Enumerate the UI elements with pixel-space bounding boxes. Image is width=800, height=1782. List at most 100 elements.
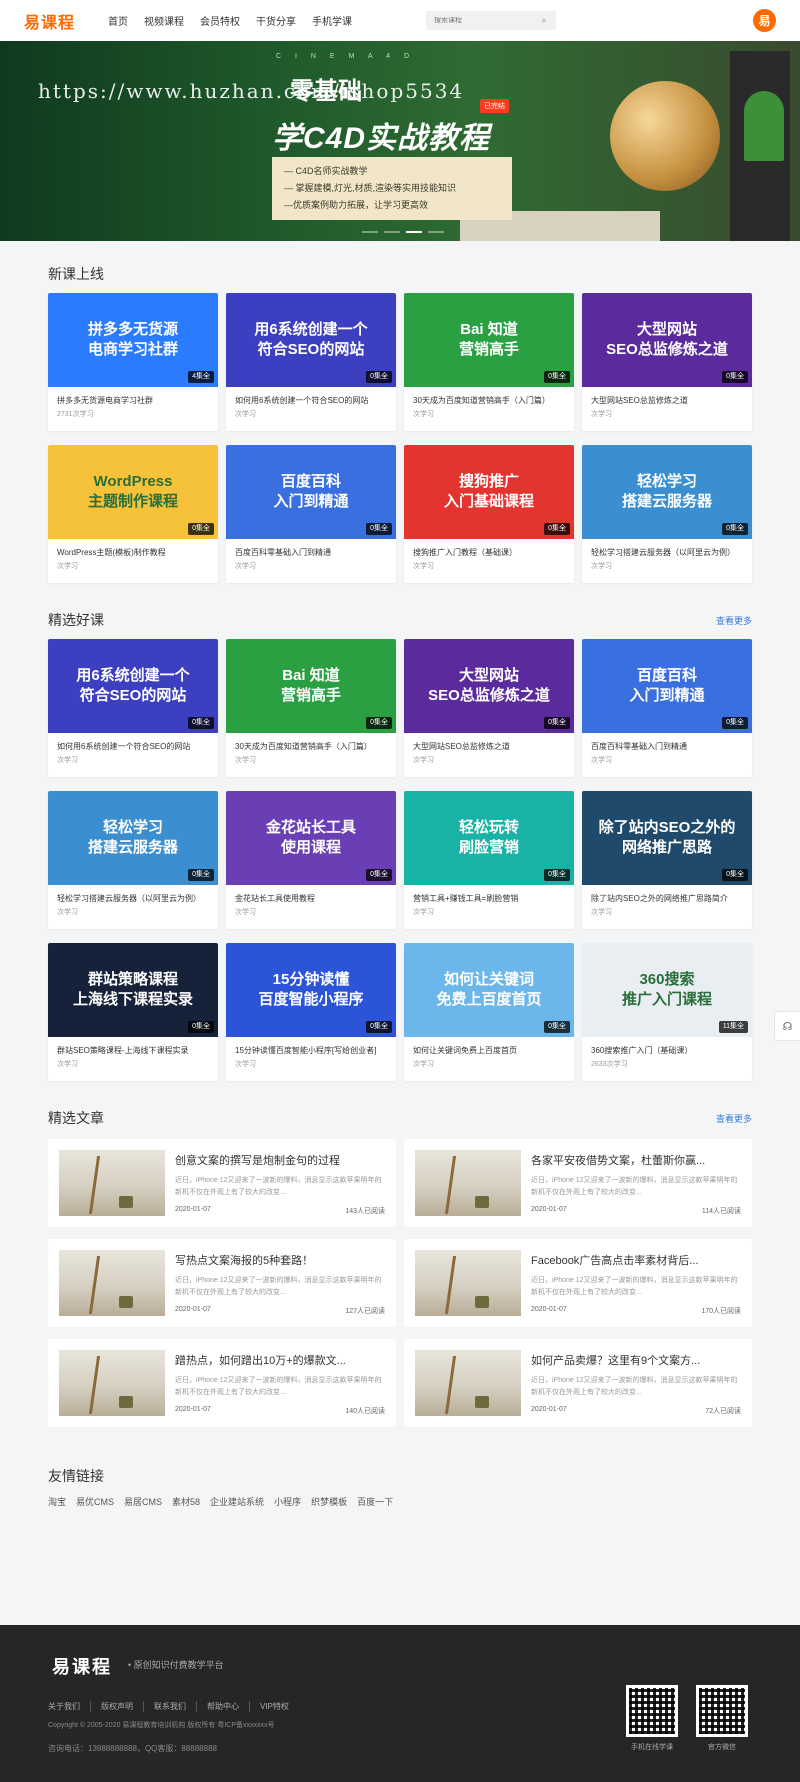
course-title[interactable]: 大型网站SEO总监修炼之道 [404, 733, 574, 752]
footer-link-copyright[interactable]: 版权声明 [91, 1701, 144, 1712]
course-title[interactable]: 除了站内SEO之外的网络推广思路简介 [582, 885, 752, 904]
footer-logo[interactable]: 易课程 [52, 1653, 112, 1679]
course-card[interactable]: 金花站长工具 使用课程 0集全 金花站长工具使用教程 次学习 [226, 791, 396, 929]
article-title[interactable]: 创意文案的撰写是炮制金句的过程 [175, 1152, 385, 1168]
course-card[interactable]: 大型网站 SEO总监修炼之道 0集全 大型网站SEO总监修炼之道 次学习 [582, 293, 752, 431]
course-thumbnail[interactable]: 如何让关键词 免费上百度首页 0集全 [404, 943, 574, 1037]
nav-vip[interactable]: 会员特权 [200, 13, 240, 28]
course-thumbnail[interactable]: 搜狗推广 入门基础课程 0集全 [404, 445, 574, 539]
course-title[interactable]: 轻松学习搭建云服务器（以阿里云为例） [48, 885, 218, 904]
course-thumbnail[interactable]: 360搜索 推广入门课程 11集全 [582, 943, 752, 1037]
article-thumbnail[interactable] [415, 1150, 521, 1216]
carousel-dot-active[interactable] [406, 231, 422, 233]
article-thumbnail[interactable] [415, 1250, 521, 1316]
article-item[interactable]: 写热点文案海报的5种套路！ 近日，iPhone 12又迎来了一波新的爆料，消息显示… [48, 1239, 396, 1327]
friend-link[interactable]: 淘宝 [48, 1495, 66, 1508]
course-title[interactable]: 群站SEO策略课程-上海线下课程实录 [48, 1037, 218, 1056]
course-card[interactable]: Bai 知道 营销高手 0集全 30天成为百度知道营销高手（入门篇） 次学习 [404, 293, 574, 431]
friend-link[interactable]: 织梦模板 [311, 1495, 347, 1508]
course-thumbnail[interactable]: 15分钟读懂 百度智能小程序 0集全 [226, 943, 396, 1037]
course-title[interactable]: 百度百科零基础入门到精通 [226, 539, 396, 558]
footer-link-contact[interactable]: 联系我们 [144, 1701, 197, 1712]
footer-link-vip[interactable]: VIP特权 [250, 1701, 299, 1712]
course-title[interactable]: 营销工具+赚钱工具=刷脸营销 [404, 885, 574, 904]
course-card[interactable]: 轻松玩转 刷脸营销 0集全 营销工具+赚钱工具=刷脸营销 次学习 [404, 791, 574, 929]
article-title[interactable]: 写热点文案海报的5种套路！ [175, 1252, 385, 1268]
nav-articles[interactable]: 干货分享 [256, 13, 296, 28]
customer-service-button[interactable]: ☊ [774, 1011, 800, 1041]
course-thumbnail[interactable]: 群站策略课程 上海线下课程实录 0集全 [48, 943, 218, 1037]
course-thumbnail[interactable]: 大型网站 SEO总监修炼之道 0集全 [404, 639, 574, 733]
article-thumbnail[interactable] [59, 1250, 165, 1316]
course-card[interactable]: 如何让关键词 免费上百度首页 0集全 如何让关键词免费上百度首页 次学习 [404, 943, 574, 1081]
avatar[interactable]: 易 [753, 9, 776, 32]
course-thumbnail[interactable]: 轻松学习 搭建云服务器 0集全 [48, 791, 218, 885]
course-thumbnail[interactable]: Bai 知道 营销高手 0集全 [226, 639, 396, 733]
course-title[interactable]: WordPress主题(模板)制作教程 [48, 539, 218, 558]
article-item[interactable]: 各家平安夜借势文案，杜蕾斯你赢... 近日，iPhone 12又迎来了一波新的爆料… [404, 1139, 752, 1227]
course-card[interactable]: 群站策略课程 上海线下课程实录 0集全 群站SEO策略课程-上海线下课程实录 次学习 [48, 943, 218, 1081]
course-thumbnail[interactable]: 百度百科 入门到精通 0集全 [582, 639, 752, 733]
view-more-link[interactable]: 查看更多 [716, 1112, 752, 1125]
course-title[interactable]: 30天成为百度知道营销高手（入门篇） [226, 733, 396, 752]
article-item[interactable]: 创意文案的撰写是炮制金句的过程 近日，iPhone 12又迎来了一波新的爆料，消息… [48, 1139, 396, 1227]
course-thumbnail[interactable]: 用6系统创建一个 符合SEO的网站 0集全 [48, 639, 218, 733]
course-thumbnail[interactable]: WordPress 主题制作课程 0集全 [48, 445, 218, 539]
course-card[interactable]: 搜狗推广 入门基础课程 0集全 搜狗推广入门教程（基础课） 次学习 [404, 445, 574, 583]
friend-link[interactable]: 企业建站系统 [210, 1495, 264, 1508]
course-card[interactable]: 轻松学习 搭建云服务器 0集全 轻松学习搭建云服务器（以阿里云为例） 次学习 [582, 445, 752, 583]
course-title[interactable]: 百度百科零基础入门到精通 [582, 733, 752, 752]
footer-link-about[interactable]: 关于我们 [48, 1701, 91, 1712]
search-input[interactable] [426, 17, 534, 24]
course-card[interactable]: 百度百科 入门到精通 0集全 百度百科零基础入门到精通 次学习 [226, 445, 396, 583]
article-title[interactable]: Facebook广告高点击率素材背后... [531, 1252, 741, 1268]
article-thumbnail[interactable] [59, 1150, 165, 1216]
article-title[interactable]: 各家平安夜借势文案，杜蕾斯你赢... [531, 1152, 741, 1168]
course-title[interactable]: 拼多多无货源电商学习社群 [48, 387, 218, 406]
friend-link[interactable]: 易优CMS [76, 1495, 114, 1508]
article-thumbnail[interactable] [415, 1350, 521, 1416]
view-more-link[interactable]: 查看更多 [716, 614, 752, 627]
nav-home[interactable]: 首页 [108, 13, 128, 28]
article-item[interactable]: 如何产品卖爆？这里有9个文案方... 近日，iPhone 12又迎来了一波新的爆料… [404, 1339, 752, 1427]
course-card[interactable]: 用6系统创建一个 符合SEO的网站 0集全 如何用6系统创建一个符合SEO的网站 次学… [48, 639, 218, 777]
nav-mobile[interactable]: 手机学课 [312, 13, 352, 28]
course-card[interactable]: 除了站内SEO之外的 网络推广思路 0集全 除了站内SEO之外的网络推广思路简介 次学… [582, 791, 752, 929]
site-logo[interactable]: 易课程 [24, 9, 108, 33]
course-thumbnail[interactable]: 金花站长工具 使用课程 0集全 [226, 791, 396, 885]
article-title[interactable]: 如何产品卖爆？这里有9个文案方... [531, 1352, 741, 1368]
carousel-dot[interactable] [428, 231, 444, 233]
course-card[interactable]: 用6系统创建一个 符合SEO的网站 0集全 如何用6系统创建一个符合SEO的网站 次学… [226, 293, 396, 431]
course-card[interactable]: 轻松学习 搭建云服务器 0集全 轻松学习搭建云服务器（以阿里云为例） 次学习 [48, 791, 218, 929]
article-item[interactable]: 蹭热点，如何蹭出10万+的爆款文... 近日，iPhone 12又迎来了一波新的爆… [48, 1339, 396, 1427]
course-card[interactable]: Bai 知道 营销高手 0集全 30天成为百度知道营销高手（入门篇） 次学习 [226, 639, 396, 777]
course-card[interactable]: 15分钟读懂 百度智能小程序 0集全 15分钟读懂百度智能小程序[写给创业者] 次学习 [226, 943, 396, 1081]
course-thumbnail[interactable]: 百度百科 入门到精通 0集全 [226, 445, 396, 539]
friend-link[interactable]: 易居CMS [124, 1495, 162, 1508]
nav-video-courses[interactable]: 视频课程 [144, 13, 184, 28]
footer-link-help[interactable]: 帮助中心 [197, 1701, 250, 1712]
course-thumbnail[interactable]: 除了站内SEO之外的 网络推广思路 0集全 [582, 791, 752, 885]
course-title[interactable]: 15分钟读懂百度智能小程序[写给创业者] [226, 1037, 396, 1056]
article-title[interactable]: 蹭热点，如何蹭出10万+的爆款文... [175, 1352, 385, 1368]
carousel-dot[interactable] [384, 231, 400, 233]
friend-link[interactable]: 素材58 [172, 1495, 200, 1508]
course-card[interactable]: 百度百科 入门到精通 0集全 百度百科零基础入门到精通 次学习 [582, 639, 752, 777]
course-card[interactable]: 大型网站 SEO总监修炼之道 0集全 大型网站SEO总监修炼之道 次学习 [404, 639, 574, 777]
course-title[interactable]: 30天成为百度知道营销高手（入门篇） [404, 387, 574, 406]
course-thumbnail[interactable]: Bai 知道 营销高手 0集全 [404, 293, 574, 387]
article-item[interactable]: Facebook广告高点击率素材背后... 近日，iPhone 12又迎来了一波新… [404, 1239, 752, 1327]
article-thumbnail[interactable] [59, 1350, 165, 1416]
course-title[interactable]: 360搜索推广入门（基础课） [582, 1037, 752, 1056]
course-thumbnail[interactable]: 拼多多无货源 电商学习社群 4集全 [48, 293, 218, 387]
course-card[interactable]: 360搜索 推广入门课程 11集全 360搜索推广入门（基础课） 2633次学习 [582, 943, 752, 1081]
course-title[interactable]: 轻松学习搭建云服务器（以阿里云为例） [582, 539, 752, 558]
course-title[interactable]: 如何让关键词免费上百度首页 [404, 1037, 574, 1056]
course-title[interactable]: 如何用6系统创建一个符合SEO的网站 [226, 387, 396, 406]
friend-link[interactable]: 百度一下 [357, 1495, 393, 1508]
search-icon[interactable]: ⌕ [534, 11, 554, 30]
course-card[interactable]: WordPress 主题制作课程 0集全 WordPress主题(模板)制作教程 次学… [48, 445, 218, 583]
friend-link[interactable]: 小程序 [274, 1495, 301, 1508]
course-title[interactable]: 金花站长工具使用教程 [226, 885, 396, 904]
course-title[interactable]: 搜狗推广入门教程（基础课） [404, 539, 574, 558]
